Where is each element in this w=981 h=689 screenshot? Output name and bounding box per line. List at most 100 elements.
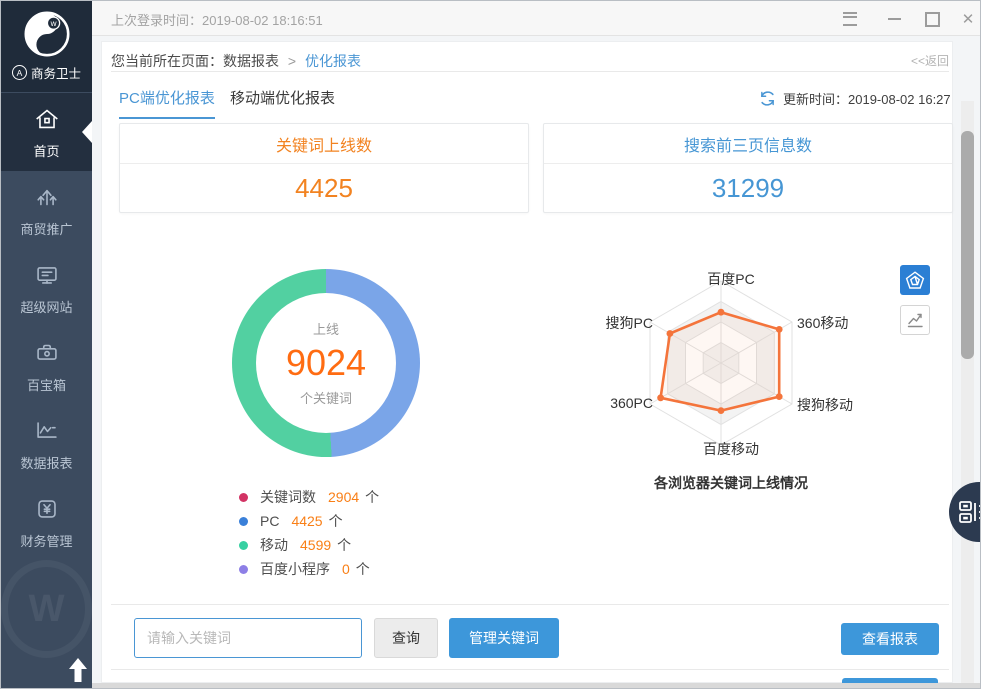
legend-label: PC <box>260 513 279 529</box>
sidebar-item-label: 超级网站 <box>20 297 72 316</box>
brand-row: A 商务卫士 <box>12 63 81 82</box>
breadcrumb-separator: > <box>288 53 296 69</box>
breadcrumb-current: 优化报表 <box>305 53 361 69</box>
refresh-area: 更新时间：2019-08-02 16:27 <box>759 89 951 108</box>
radar-label-360-mobile: 360移动 <box>797 313 848 333</box>
legend-item-mobile[interactable]: 移动 4599 个 <box>239 533 379 557</box>
brand-name: 商务卫士 <box>31 63 81 82</box>
stat-card-top3-pages: 搜索前三页信息数 31299 <box>543 123 953 213</box>
radar-label-sogou-pc: 搜狗PC <box>581 313 653 333</box>
update-time: 更新时间：2019-08-02 16:27 <box>783 89 951 108</box>
finance-icon <box>32 494 62 524</box>
sidebar-item-reports[interactable]: 数据报表 <box>1 405 92 483</box>
radar-label-sogou-mobile: 搜狗移动 <box>797 395 853 415</box>
breadcrumb: 您当前所在页面：数据报表 > 优化报表 <box>111 51 361 71</box>
toolbox-icon <box>32 338 62 368</box>
pentagon-icon <box>905 270 925 290</box>
radar-chart: 百度PC 360移动 搜狗移动 百度移动 360PC 搜狗PC 各浏览器关键词上… <box>581 257 881 497</box>
legend-value: 2904 <box>328 489 359 505</box>
search-button[interactable]: 查询 <box>374 618 438 658</box>
active-notch <box>82 121 92 143</box>
minimize-icon <box>888 18 901 20</box>
qr-code-icon <box>957 498 981 526</box>
breadcrumb-prefix: 您当前所在页面：数据报表 <box>111 53 279 69</box>
donut-center: 上线 9024 个关键词 <box>256 293 396 433</box>
donut-center-bottom: 个关键词 <box>300 388 352 407</box>
stat-card-keywords-online: 关键词上线数 4425 <box>119 123 529 213</box>
logo-block: w A 商务卫士 <box>1 1 92 92</box>
stat-card-title: 关键词上线数 <box>120 124 528 164</box>
promotion-icon <box>32 182 62 212</box>
sidebar-item-finance[interactable]: 财务管理 <box>1 483 92 561</box>
close-button[interactable]: ✕ <box>959 10 977 28</box>
legend-value: 0 <box>342 561 350 577</box>
legend-value: 4599 <box>300 537 331 553</box>
view-report-button[interactable]: 查看报表 <box>841 623 939 655</box>
donut-chart: 上线 9024 个关键词 <box>232 269 420 457</box>
window-bottom-edge <box>92 683 981 689</box>
maximize-icon <box>925 12 940 27</box>
legend-item-baidu-miniapp[interactable]: 百度小程序 0 个 <box>239 557 379 581</box>
refresh-icon[interactable] <box>759 90 776 107</box>
radar-label-baidu-pc: 百度PC <box>581 269 881 289</box>
hamburger-icon <box>843 12 857 26</box>
donut-center-value: 9024 <box>286 342 366 384</box>
maximize-button[interactable] <box>923 10 941 28</box>
up-arrow-icon <box>67 657 89 683</box>
sidebar-item-label: 数据报表 <box>20 453 72 472</box>
stat-card-title: 搜索前三页信息数 <box>544 124 952 164</box>
legend-unit: 个 <box>337 535 351 555</box>
donut-center-top: 上线 <box>313 319 339 338</box>
sidebar-item-website[interactable]: 超级网站 <box>1 249 92 327</box>
legend-item-pc[interactable]: PC 4425 个 <box>239 509 379 533</box>
legend-unit: 个 <box>329 511 343 531</box>
radar-view-button[interactable] <box>900 265 930 295</box>
sidebar-item-home[interactable]: 首页 <box>1 93 92 171</box>
back-link[interactable]: <<返回 <box>911 52 949 69</box>
report-icon <box>32 416 62 446</box>
legend-dot <box>239 493 248 502</box>
legend-dot <box>239 565 248 574</box>
sidebar-item-promotion[interactable]: 商贸推广 <box>1 171 92 249</box>
legend-label: 关键词数 <box>260 487 316 507</box>
donut-legend: 关键词数 2904 个 PC 4425 个 移动 4599 个 百度小程序 0 … <box>239 485 379 581</box>
home-icon <box>32 104 62 134</box>
toolbar-bottom-divider <box>111 669 949 670</box>
menu-icon[interactable] <box>841 10 859 28</box>
floating-qr-button[interactable] <box>949 482 981 542</box>
line-chart-icon <box>905 310 925 330</box>
app-window: 上次登录时间：2019-08-02 18:16:51 ✕ w A 商务卫士 首页 <box>0 0 981 689</box>
legend-value: 4425 <box>291 513 322 529</box>
radar-label-360-pc: 360PC <box>581 395 653 411</box>
sidebar-item-label: 财务管理 <box>20 531 72 550</box>
manage-keywords-button[interactable]: 管理关键词 <box>449 618 559 658</box>
legend-unit: 个 <box>356 559 370 579</box>
radar-caption: 各浏览器关键词上线情况 <box>581 473 881 493</box>
website-icon <box>32 260 62 290</box>
tab-pc-report[interactable]: PC端优化报表 <box>119 87 215 119</box>
scrollbar-thumb[interactable] <box>961 131 974 359</box>
keyword-input[interactable] <box>134 618 362 658</box>
legend-label: 百度小程序 <box>260 559 330 579</box>
svg-text:w: w <box>49 19 56 28</box>
brand-badge-icon: A <box>12 65 27 80</box>
stat-card-value: 4425 <box>120 164 528 213</box>
stat-card-value: 31299 <box>544 164 952 213</box>
brand-logo-icon: w <box>22 9 72 59</box>
sidebar-item-toolbox[interactable]: 百宝箱 <box>1 327 92 405</box>
minimize-button[interactable] <box>885 10 903 28</box>
sidebar-item-label: 百宝箱 <box>27 375 66 394</box>
toolbar-top-divider <box>111 604 949 605</box>
legend-dot <box>239 517 248 526</box>
legend-label: 移动 <box>260 535 288 555</box>
scroll-top-button[interactable] <box>67 657 89 688</box>
last-login-text: 上次登录时间：2019-08-02 18:16:51 <box>111 10 323 29</box>
sidebar-nav: 首页 商贸推广 超级网站 百宝箱 <box>1 93 92 561</box>
line-view-button[interactable] <box>900 305 930 335</box>
tab-mobile-report[interactable]: 移动端优化报表 <box>230 87 335 117</box>
sidebar-item-label: 首页 <box>33 141 59 160</box>
legend-item-keywords[interactable]: 关键词数 2904 个 <box>239 485 379 509</box>
legend-unit: 个 <box>365 487 379 507</box>
legend-dot <box>239 541 248 550</box>
sidebar-item-label: 商贸推广 <box>20 219 72 238</box>
